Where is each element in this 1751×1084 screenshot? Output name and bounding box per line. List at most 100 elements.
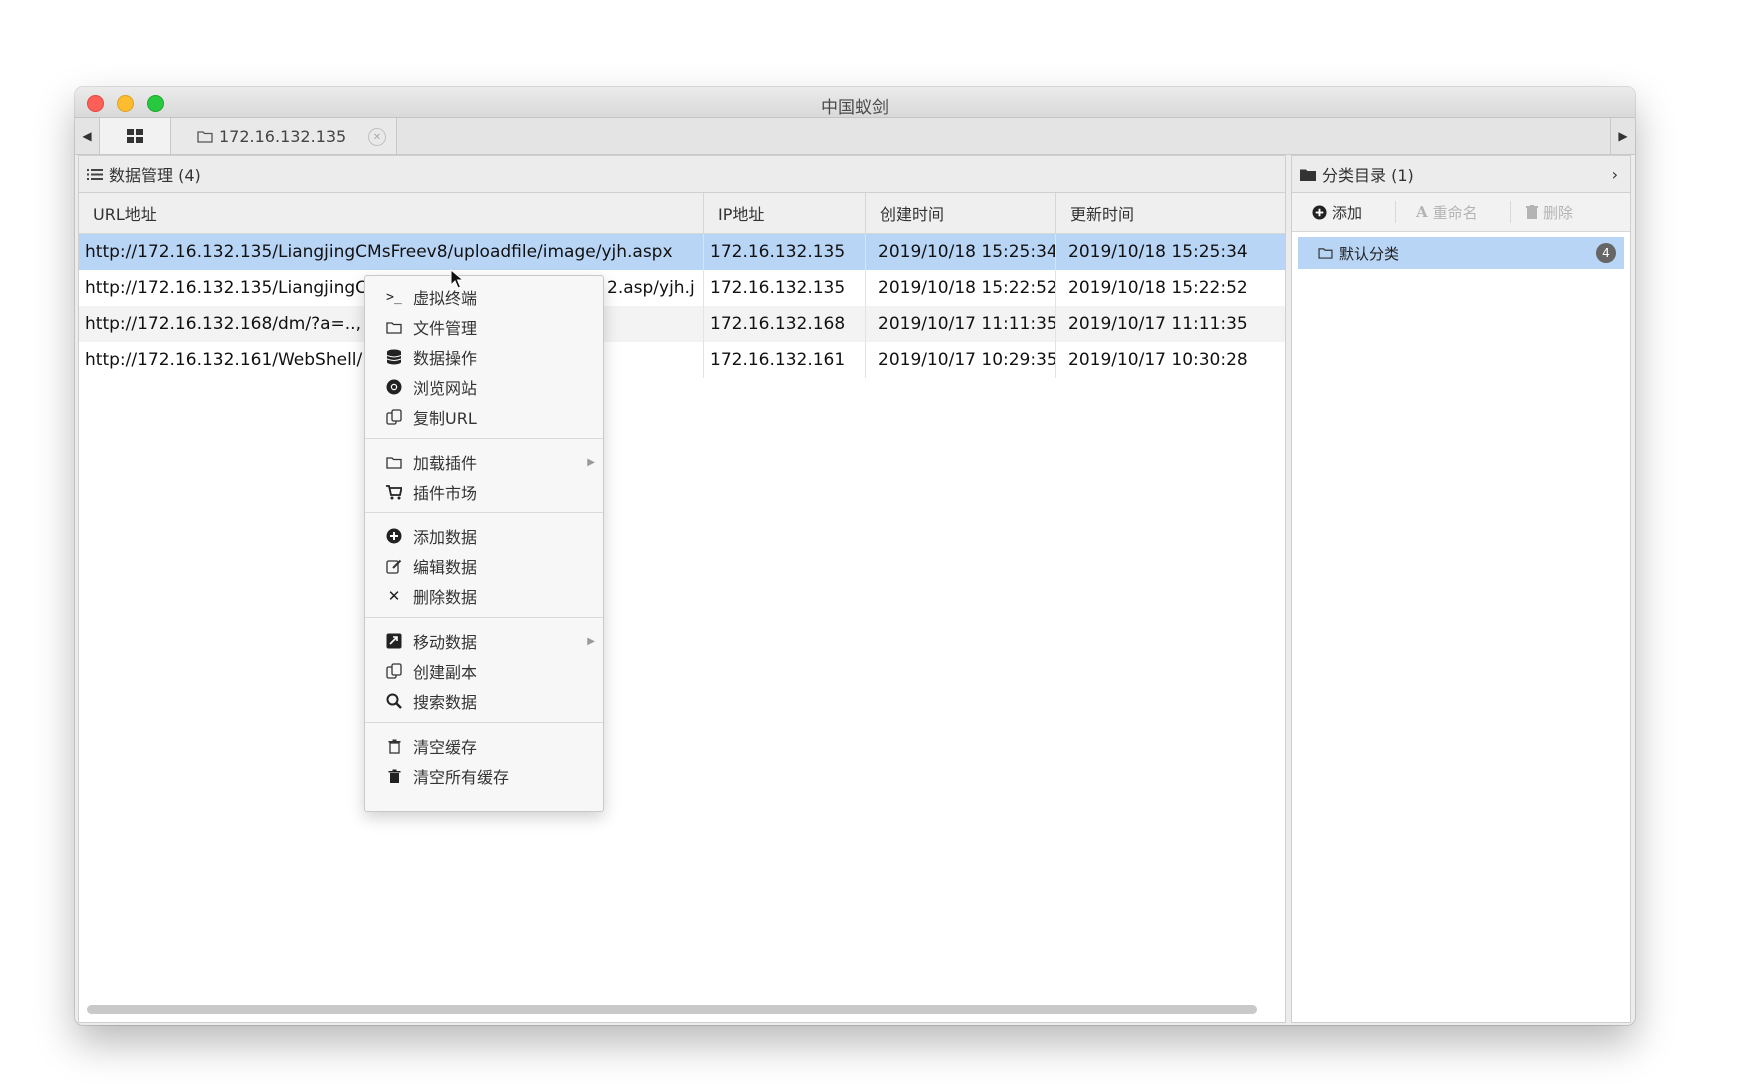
move-icon bbox=[383, 633, 405, 649]
folder-icon bbox=[383, 321, 405, 334]
menu-item-clear-all-cache[interactable]: 清空所有缓存 bbox=[365, 761, 603, 791]
chrome-icon bbox=[383, 379, 405, 395]
data-panel-header: 数据管理 (4) bbox=[79, 156, 1285, 193]
category-panel-title: 分类目录 (1) bbox=[1322, 166, 1414, 185]
table-row[interactable]: http://172.16.132.135/LiangjingCMsFreev8… bbox=[79, 234, 1285, 270]
title-bar: 中国蚁剑 bbox=[75, 87, 1635, 118]
tab-scroll-right-button[interactable]: ▶ bbox=[1610, 118, 1635, 154]
column-header-url[interactable]: URL地址 bbox=[79, 193, 704, 233]
menu-item-file-manager[interactable]: 文件管理 bbox=[365, 312, 603, 342]
font-icon: A bbox=[1416, 203, 1428, 221]
tab-host[interactable]: 172.16.132.135 ✕ bbox=[171, 118, 397, 154]
delete-category-label: 删除 bbox=[1543, 203, 1574, 222]
created-cell: 2019/10/17 10:29:35 bbox=[866, 342, 1056, 378]
menu-item-label: 虚拟终端 bbox=[413, 289, 478, 308]
ip-cell: 172.16.132.168 bbox=[704, 306, 866, 342]
list-icon bbox=[87, 168, 103, 180]
tab-scroll-left-button[interactable]: ◀ bbox=[75, 118, 100, 154]
search-icon bbox=[383, 693, 405, 709]
data-panel-title: 数据管理 (4) bbox=[109, 166, 201, 185]
submenu-arrow-icon: ▶ bbox=[587, 456, 595, 468]
menu-item-virtual-terminal[interactable]: >_ 虚拟终端 bbox=[365, 282, 603, 312]
updated-cell: 2019/10/17 11:11:35 bbox=[1068, 314, 1248, 334]
table-row[interactable]: http://172.16.132.135/LiangjingC 2.asp/y… bbox=[79, 270, 1285, 306]
table-row[interactable]: http://172.16.132.161/WebShell/ 172.16.1… bbox=[79, 342, 1285, 378]
column-header-updated[interactable]: 更新时间 bbox=[1056, 193, 1285, 233]
ip-cell: 172.16.132.135 bbox=[704, 234, 866, 270]
menu-item-add-data[interactable]: 添加数据 bbox=[365, 521, 603, 551]
terminal-icon: >_ bbox=[386, 289, 402, 305]
toolbar-divider bbox=[1510, 201, 1511, 223]
category-item-default[interactable]: 默认分类 4 bbox=[1298, 237, 1624, 269]
window-title: 中国蚁剑 bbox=[821, 98, 889, 118]
category-panel-header: 分类目录 (1) › bbox=[1292, 156, 1630, 193]
menu-item-move-data[interactable]: 移动数据 ▶ bbox=[365, 626, 603, 656]
menu-item-data-operation[interactable]: 数据操作 bbox=[365, 342, 603, 372]
edit-icon bbox=[383, 558, 405, 574]
table-header: URL地址 IP地址 创建时间 更新时间 bbox=[79, 193, 1285, 234]
menu-item-label: 插件市场 bbox=[413, 484, 478, 503]
plus-circle-icon bbox=[383, 528, 405, 544]
menu-item-edit-data[interactable]: 编辑数据 bbox=[365, 551, 603, 581]
menu-item-label: 清空缓存 bbox=[413, 738, 478, 757]
folder-solid-icon bbox=[1300, 169, 1316, 181]
folder-icon bbox=[1318, 248, 1333, 259]
copy-icon bbox=[383, 409, 405, 425]
menu-item-label: 浏览网站 bbox=[413, 379, 478, 398]
rename-category-button[interactable]: A 重命名 bbox=[1416, 193, 1478, 231]
menu-item-load-plugin[interactable]: 加载插件 ▶ bbox=[365, 447, 603, 477]
menu-item-clear-cache[interactable]: 清空缓存 bbox=[365, 731, 603, 761]
database-icon bbox=[383, 349, 405, 365]
table-row[interactable]: http://172.16.132.168/dm/?a=.., 172.16.1… bbox=[79, 306, 1285, 342]
category-panel: 分类目录 (1) › 添加 A 重命名 删除 默认分类 4 bbox=[1291, 155, 1631, 1023]
category-count-badge: 4 bbox=[1596, 243, 1616, 263]
cart-icon bbox=[383, 484, 405, 500]
category-item-label: 默认分类 bbox=[1339, 244, 1400, 263]
menu-item-label: 搜索数据 bbox=[413, 693, 478, 712]
folder-icon bbox=[383, 456, 405, 469]
menu-item-copy-url[interactable]: 复制URL bbox=[365, 402, 603, 432]
add-category-button[interactable]: 添加 bbox=[1312, 193, 1362, 231]
menu-item-delete-data[interactable]: ✕ 删除数据 bbox=[365, 581, 603, 611]
context-menu: >_ 虚拟终端 文件管理 数据操作 浏览网站 复制URL 加载插件 ▶ 插件市场… bbox=[364, 275, 604, 812]
add-category-label: 添加 bbox=[1332, 203, 1363, 222]
menu-item-label: 添加数据 bbox=[413, 528, 478, 547]
menu-item-search-data[interactable]: 搜索数据 bbox=[365, 686, 603, 716]
data-management-panel: 数据管理 (4) URL地址 IP地址 创建时间 更新时间 http://172… bbox=[78, 155, 1286, 1023]
menu-item-label: 加载插件 bbox=[413, 454, 478, 473]
category-toolbar: 添加 A 重命名 删除 bbox=[1292, 193, 1630, 232]
created-cell: 2019/10/17 11:11:35 bbox=[866, 306, 1056, 342]
menu-item-label: 清空所有缓存 bbox=[413, 768, 510, 787]
created-cell: 2019/10/18 15:25:34 bbox=[866, 234, 1056, 270]
trash-icon bbox=[383, 769, 405, 784]
updated-cell: 2019/10/18 15:25:34 bbox=[1068, 242, 1248, 262]
tab-home[interactable] bbox=[100, 118, 171, 154]
menu-item-browse-site[interactable]: 浏览网站 bbox=[365, 372, 603, 402]
copy-icon bbox=[383, 663, 405, 679]
menu-item-label: 移动数据 bbox=[413, 633, 478, 652]
updated-cell: 2019/10/17 10:30:28 bbox=[1068, 350, 1248, 370]
menu-divider bbox=[365, 512, 603, 513]
column-header-ip[interactable]: IP地址 bbox=[704, 193, 866, 233]
menu-item-plugin-market[interactable]: 插件市场 bbox=[365, 477, 603, 507]
url-text: http://172.16.132.135/LiangjingC bbox=[85, 278, 368, 298]
mouse-cursor-icon bbox=[450, 269, 464, 289]
url-text-tail: 2.asp/yjh.j bbox=[607, 278, 695, 298]
column-header-created[interactable]: 创建时间 bbox=[866, 193, 1056, 233]
tab-close-icon[interactable]: ✕ bbox=[368, 128, 386, 146]
submenu-arrow-icon: ▶ bbox=[587, 635, 595, 647]
close-icon: ✕ bbox=[387, 587, 401, 605]
menu-divider bbox=[365, 722, 603, 723]
app-window: 中国蚁剑 ◀ 172.16.132.135 ✕ ▶ 数据管理 (4) URL地址… bbox=[75, 87, 1635, 1025]
updated-cell: 2019/10/18 15:22:52 bbox=[1068, 278, 1248, 298]
tab-host-label: 172.16.132.135 bbox=[219, 126, 347, 146]
horizontal-scrollbar[interactable] bbox=[87, 1005, 1257, 1014]
menu-divider bbox=[365, 438, 603, 439]
delete-category-button[interactable]: 删除 bbox=[1526, 193, 1573, 231]
folder-icon bbox=[197, 130, 213, 143]
chevron-right-icon[interactable]: › bbox=[1612, 165, 1618, 184]
menu-item-create-copy[interactable]: 创建副本 bbox=[365, 656, 603, 686]
toolbar-divider bbox=[1395, 201, 1396, 223]
menu-item-label: 复制URL bbox=[413, 409, 477, 428]
menu-divider bbox=[365, 617, 603, 618]
